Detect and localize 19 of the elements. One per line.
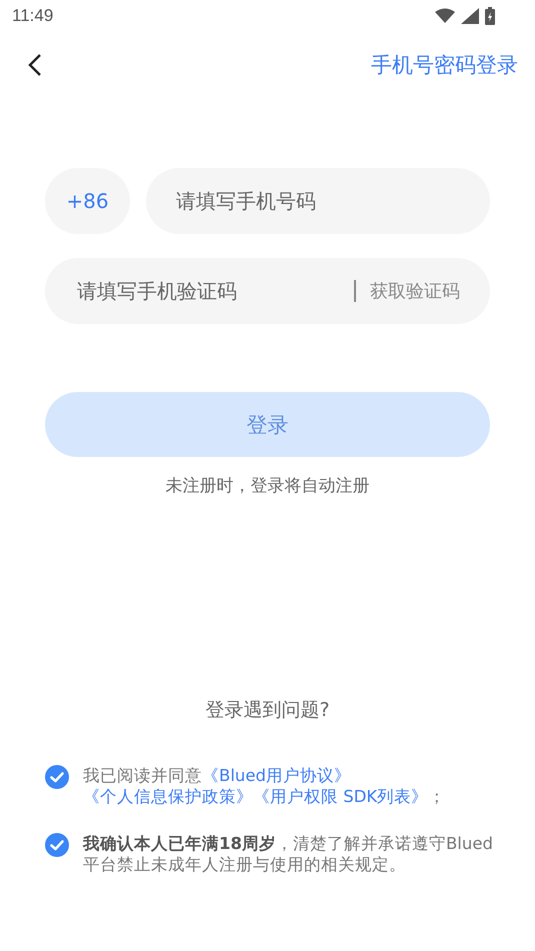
login-help-link[interactable]: 登录遇到问题? [205, 699, 330, 721]
phone-field[interactable]: 请填写手机号码 [146, 168, 490, 234]
checkbox[interactable] [45, 765, 69, 789]
signal-icon [461, 8, 479, 24]
agreement-link[interactable]: 《用户权限 SDK列表》 [253, 787, 428, 806]
code-field[interactable]: 请填写手机验证码 获取验证码 [45, 258, 490, 324]
status-time: 11:49 [12, 6, 54, 26]
agreement-link[interactable]: 《Blued用户协议》 [202, 766, 351, 785]
country-code-button[interactable]: +86 [45, 168, 130, 234]
checkbox[interactable] [45, 833, 69, 857]
auto-register-hint: 未注册时，登录将自动注册 [164, 475, 370, 497]
agreement-link[interactable]: 《个人信息保护政策》 [83, 787, 253, 806]
agreement-text: 我已阅读并同意《Blued用户协议》 《个人信息保护政策》《用户权限 SDK列表》； [83, 765, 446, 807]
password-login-link[interactable]: 手机号密码登录 [371, 51, 518, 79]
agreement-text: 我确认本人已年满18周岁，清楚了解并承诺遵守Blued平台禁止未成年人注册与使用的相关规定。 [83, 833, 494, 875]
wifi-icon [435, 8, 455, 24]
back-icon [28, 53, 42, 77]
battery-icon [485, 7, 495, 25]
get-code-button[interactable]: 获取验证码 [370, 279, 460, 303]
